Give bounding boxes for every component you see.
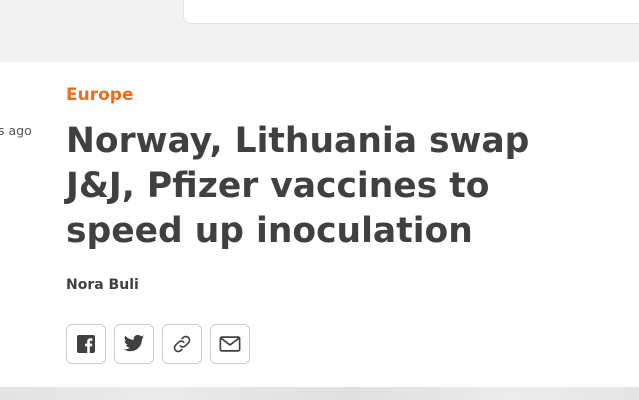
author-link[interactable]: Nora Buli bbox=[66, 277, 139, 293]
article-header: s ago Europe Norway, Lithuania swap J&J,… bbox=[0, 62, 639, 387]
timestamp: s ago bbox=[0, 123, 32, 138]
share-facebook-button[interactable] bbox=[66, 324, 106, 364]
media-strip bbox=[0, 387, 639, 400]
category-link[interactable]: Europe bbox=[66, 85, 133, 105]
share-link-button[interactable] bbox=[162, 324, 202, 364]
link-icon bbox=[173, 335, 191, 353]
email-icon bbox=[219, 336, 241, 352]
share-twitter-button[interactable] bbox=[114, 324, 154, 364]
share-email-button[interactable] bbox=[210, 324, 250, 364]
facebook-icon bbox=[77, 335, 95, 353]
headline: Norway, Lithuania swap J&J, Pfizer vacci… bbox=[66, 121, 530, 251]
share-bar bbox=[66, 324, 250, 364]
search-box[interactable] bbox=[183, 0, 639, 24]
twitter-icon bbox=[123, 334, 145, 352]
top-bar bbox=[0, 0, 639, 62]
